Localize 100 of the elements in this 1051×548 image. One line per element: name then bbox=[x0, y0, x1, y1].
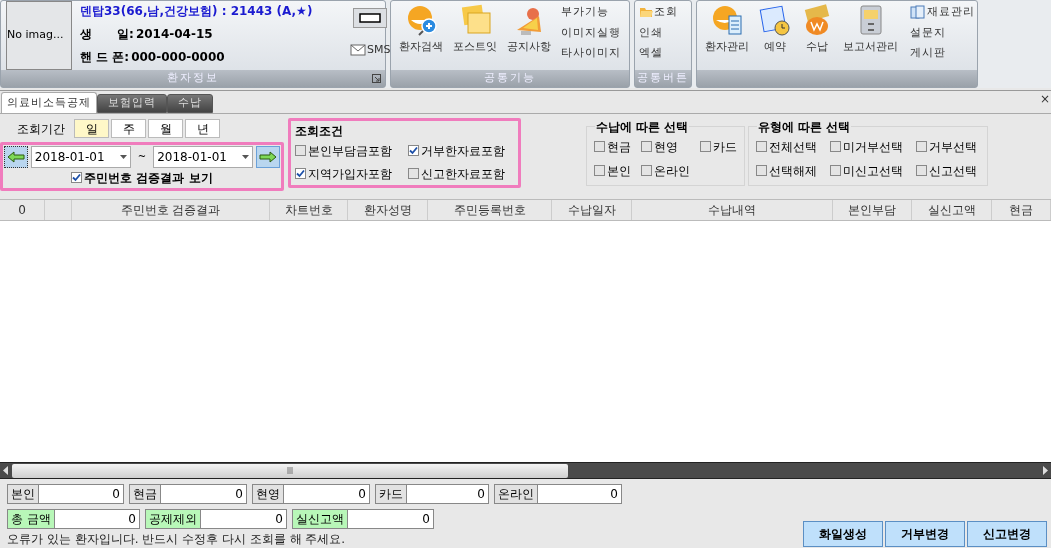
period-button[interactable]: 주 bbox=[111, 119, 146, 139]
ribbon-link[interactable]: 이미지실행 bbox=[561, 24, 621, 41]
envelope-icon bbox=[350, 44, 366, 57]
checkbox[interactable]: 신고선택 bbox=[916, 161, 980, 180]
action-button[interactable]: 신고변경 bbox=[967, 521, 1047, 547]
phone-number: 000-000-0000 bbox=[131, 49, 225, 66]
status-message: 오류가 있는 환자입니다. 반드시 수정후 다시 조회를 해 주세요. bbox=[6, 531, 347, 548]
checkbox[interactable]: 거부한자료포함 bbox=[407, 141, 514, 160]
field-label: 총 금액 bbox=[7, 509, 55, 529]
column-header: 주민등록번호 bbox=[428, 200, 552, 220]
group-title: 조회조건 bbox=[295, 122, 344, 140]
check-icon bbox=[72, 173, 82, 183]
checkbox[interactable]: 현금 bbox=[594, 137, 631, 156]
ribbon-button[interactable]: 예약 bbox=[755, 1, 795, 67]
action-button[interactable]: 화일생성 bbox=[803, 521, 883, 547]
action-button[interactable]: 거부변경 bbox=[885, 521, 965, 547]
field-label: 현영 bbox=[252, 484, 284, 504]
amount-field: 0 bbox=[538, 484, 622, 504]
check-icon bbox=[408, 146, 418, 156]
ribbon-button[interactable]: 보고서관리 bbox=[839, 1, 902, 67]
ribbon-button[interactable]: 공지사항 bbox=[503, 1, 555, 67]
column-header: 본인부담 bbox=[833, 200, 912, 220]
column-header: 현금 bbox=[992, 200, 1051, 220]
checkbox[interactable]: 신고한자료포함 bbox=[407, 164, 514, 183]
checkbox[interactable]: 전체선택 bbox=[756, 137, 820, 156]
field-label: 핸 드 폰: bbox=[80, 49, 130, 66]
ribbon-link[interactable]: 엑셀 bbox=[639, 45, 678, 62]
calendar-clock-icon bbox=[759, 4, 791, 36]
checkbox[interactable]: 미신고선택 bbox=[830, 161, 906, 180]
checkbox[interactable]: 주민번호 검증결과 보기 bbox=[71, 168, 213, 187]
checkbox[interactable]: 본인 bbox=[594, 161, 631, 180]
amount-field: 0 bbox=[284, 484, 370, 504]
card-button[interactable] bbox=[353, 8, 388, 28]
birth-date: 2014-04-15 bbox=[135, 26, 213, 43]
checkbox[interactable]: 카드 bbox=[700, 137, 737, 156]
grip-icon bbox=[286, 467, 294, 474]
smiley-document-icon bbox=[711, 4, 743, 36]
tab[interactable]: 보험입력 bbox=[97, 93, 167, 113]
next-button[interactable] bbox=[256, 145, 281, 168]
amount-field: 0 bbox=[161, 484, 247, 504]
column-header: 차트번호 bbox=[270, 200, 348, 220]
field-label: 카드 bbox=[375, 484, 407, 504]
folder-icon bbox=[639, 6, 653, 19]
ribbon-link[interactable]: 조회 bbox=[639, 4, 678, 21]
ribbon-link[interactable]: 재료관리 bbox=[910, 4, 975, 21]
date-field[interactable]: 2018-01-01 bbox=[30, 145, 131, 168]
amount-field: 0 bbox=[200, 509, 287, 529]
previous-button[interactable] bbox=[3, 145, 28, 168]
ribbon-link[interactable]: 인쇄 bbox=[639, 24, 678, 41]
column-header: 주민번호 검증결과 bbox=[72, 200, 270, 220]
range-separator: ~ bbox=[136, 150, 148, 165]
date-field[interactable]: 2018-01-01 bbox=[153, 145, 254, 168]
ribbon-link[interactable]: 게시판 bbox=[910, 45, 975, 62]
column-header: 0 bbox=[0, 200, 45, 220]
column-header: 실신고액 bbox=[912, 200, 992, 220]
horizontal-scrollbar[interactable] bbox=[0, 462, 1051, 479]
checkbox[interactable]: 본인부담금포함 bbox=[295, 141, 402, 160]
ribbon-link[interactable]: 타사이미지 bbox=[561, 45, 621, 62]
left-arrow-icon bbox=[6, 150, 25, 163]
check-icon bbox=[296, 169, 305, 179]
amount-field: 0 bbox=[54, 509, 140, 529]
ribbon-button[interactable]: 환자검색 bbox=[395, 1, 447, 67]
scrollbar-thumb[interactable] bbox=[12, 463, 568, 478]
column-header: 수납일자 bbox=[552, 200, 632, 220]
field-label: 생 일: bbox=[80, 26, 134, 43]
checkbox[interactable]: 거부선택 bbox=[916, 137, 980, 156]
tab[interactable]: 수납 bbox=[167, 93, 213, 113]
placeholder-text: No imag... bbox=[7, 27, 64, 44]
checkbox[interactable]: 현영 bbox=[641, 137, 690, 156]
group-label: 환자정보 bbox=[167, 70, 219, 87]
sms-button[interactable]: SMS bbox=[350, 42, 391, 59]
ribbon-link[interactable]: 부가기능 bbox=[561, 4, 621, 21]
ribbon-button[interactable]: 환자관리 bbox=[701, 1, 753, 67]
checkbox[interactable]: 온라인 bbox=[641, 161, 690, 180]
checkbox[interactable]: 선택해제 bbox=[756, 161, 820, 180]
dropdown-icon bbox=[119, 154, 127, 159]
group-label: 공통버튼 bbox=[637, 70, 689, 87]
patient-name: 덴탑33(66,남,건강보험) : 21443 (A,★) bbox=[80, 3, 314, 20]
period-button[interactable]: 일 bbox=[74, 119, 109, 139]
ribbon-button[interactable]: 포스트잇 bbox=[449, 1, 501, 67]
group-label: 공통기능 bbox=[484, 70, 536, 87]
close-button[interactable]: × bbox=[1039, 93, 1050, 106]
period-button[interactable]: 월 bbox=[148, 119, 183, 139]
expand-icon bbox=[372, 74, 381, 83]
amount-field: 0 bbox=[347, 509, 434, 529]
field-label: 공제제외 bbox=[144, 509, 201, 529]
ribbon-button[interactable]: 수납 bbox=[797, 1, 837, 67]
field-label: 현금 bbox=[129, 484, 161, 504]
checkbox[interactable]: 지역가입자포함 bbox=[295, 164, 402, 183]
checkbox[interactable]: 미거부선택 bbox=[830, 137, 906, 156]
smiley-magnifier-icon bbox=[405, 4, 437, 36]
amount-field: 0 bbox=[39, 484, 124, 504]
ribbon-link[interactable]: 설문지 bbox=[910, 24, 975, 41]
pages-icon bbox=[910, 5, 926, 20]
card-icon bbox=[359, 13, 382, 23]
right-arrow-icon bbox=[259, 150, 278, 163]
period-button[interactable]: 년 bbox=[185, 119, 220, 139]
field-label: 본인 bbox=[7, 484, 39, 504]
field-label: 조회기간 bbox=[17, 120, 65, 138]
tab[interactable]: 의료비소득공제 bbox=[1, 91, 97, 113]
